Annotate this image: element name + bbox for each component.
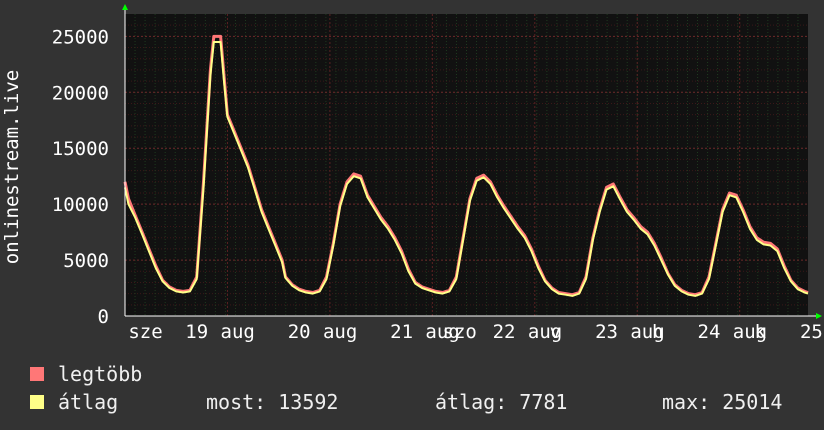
x-tick-label: 20	[288, 321, 311, 343]
x-tick-label: aug	[221, 321, 255, 343]
x-tick-label: 19	[185, 321, 208, 343]
x-tick-label: 25	[800, 321, 823, 343]
x-tick-label: v	[550, 321, 561, 343]
stat-average: átlag: 7781	[435, 390, 568, 414]
legend-swatch-avg	[30, 395, 44, 409]
y-axis-title: onlinestream.live	[1, 70, 23, 264]
y-tick-label: 5000	[63, 250, 109, 272]
x-tick-label: h	[652, 321, 663, 343]
y-tick-label: 0	[98, 306, 109, 328]
stat-max: max: 25014	[662, 390, 783, 414]
x-tick-label: szo	[443, 321, 477, 343]
x-axis-arrow	[816, 313, 822, 319]
y-tick-label: 15000	[52, 138, 109, 160]
x-tick-label: 24	[698, 321, 721, 343]
x-tick-label: 23	[595, 321, 618, 343]
legend-item-max: legtöbb	[30, 362, 142, 386]
x-tick-label: 22	[493, 321, 516, 343]
y-tick-label: 25000	[52, 26, 109, 48]
y-tick-label: 20000	[52, 82, 109, 104]
stat-now: most: 13592	[206, 390, 339, 414]
legend-label-max: legtöbb	[58, 362, 143, 386]
legend-label-avg: átlag	[58, 390, 119, 414]
y-tick-label: 10000	[52, 194, 109, 216]
chart: 0 5000 10000 15000 20000 25000 sze 19 aug 20 aug 21…	[1, 4, 823, 343]
x-tick-label: 21	[390, 321, 413, 343]
legend-swatch-max	[30, 367, 44, 381]
x-tick-label: aug	[323, 321, 357, 343]
x-tick-label: k	[754, 321, 766, 343]
x-tick-label: sze	[128, 321, 162, 343]
y-axis-arrow	[122, 4, 128, 10]
legend-item-avg: átlag	[30, 390, 118, 414]
